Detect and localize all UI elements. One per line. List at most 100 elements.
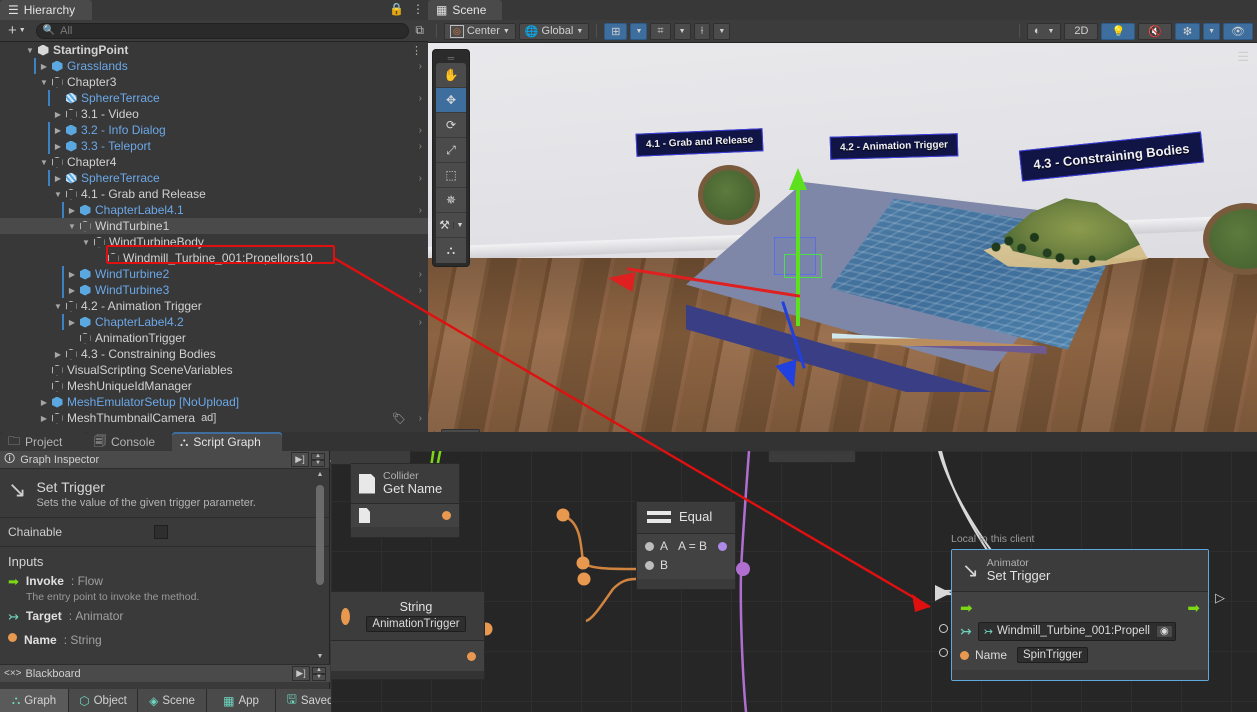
tab-hierarchy[interactable]: ☰ Hierarchy [0, 0, 92, 20]
equal-input-a-port[interactable] [645, 542, 654, 551]
hierarchy-item-windturbine3[interactable]: ▶WindTurbine3› [0, 282, 428, 298]
chevron-right-icon[interactable]: ▶ [52, 126, 64, 135]
hierarchy-item-sphereterrace[interactable]: SphereTerrace› [0, 90, 428, 106]
scene-overlay-menu-icon[interactable]: ☰ [1237, 49, 1249, 65]
tab-script-graph[interactable]: ⛬ Script Graph [172, 432, 282, 452]
gizmo-axis-y-head[interactable] [789, 168, 807, 190]
chevron-down-icon[interactable]: ▼ [66, 222, 78, 231]
open-prefab-chevron-icon[interactable]: › [419, 205, 422, 216]
open-prefab-chevron-icon[interactable]: › [419, 413, 422, 424]
hierarchy-item-grasslands[interactable]: ▶Grasslands› [0, 58, 428, 74]
search-filter-icon[interactable]: ⧉ [415, 23, 424, 38]
chevron-right-icon[interactable]: ▶ [52, 110, 64, 119]
hierarchy-item-animationtrigger[interactable]: AnimationTrigger [0, 330, 428, 346]
hierarchy-item-3-1-video[interactable]: ▶3.1 - Video [0, 106, 428, 122]
hierarchy-item-windturbine2[interactable]: ▶WindTurbine2› [0, 266, 428, 282]
palette-grip[interactable]: ═ [436, 53, 466, 63]
name-input-port[interactable] [960, 651, 969, 660]
flow-output-port-icon[interactable]: ➡ [1187, 599, 1200, 617]
chevron-down-icon[interactable]: ▼ [80, 238, 92, 247]
open-prefab-chevron-icon[interactable]: › [419, 317, 422, 328]
open-prefab-chevron-icon[interactable]: › [419, 125, 422, 136]
chevron-down-icon[interactable]: ▼ [38, 158, 50, 167]
kebab-menu-icon[interactable]: ⋮ [412, 2, 424, 16]
panel-resize-stepper[interactable]: ▲ ▼ [311, 453, 325, 467]
stepper-down-icon[interactable]: ▼ [312, 674, 326, 681]
node-string-output-port[interactable] [467, 652, 476, 661]
inspector-tab-graph[interactable]: ⛬Graph [0, 689, 69, 712]
chevron-down-icon[interactable]: ▼ [38, 78, 50, 87]
hierarchy-item-sphereterrace[interactable]: ▶SphereTerrace› [0, 170, 428, 186]
hierarchy-item-windturbine1[interactable]: ▼WindTurbine1 [0, 218, 428, 234]
node-equal-port-a[interactable]: A A = B [645, 537, 727, 556]
light-bulb-icon[interactable]: 💡 [1101, 23, 1135, 40]
rotate-tool[interactable]: ⟳ [436, 113, 466, 138]
gizmo-axis-y[interactable] [796, 176, 800, 326]
scale-tool[interactable]: ⤢ [436, 138, 466, 163]
scene-visibility-icon[interactable]: 👁 [1223, 23, 1253, 40]
shading-mode-icon[interactable]: ◐▼ [1027, 23, 1062, 40]
rect-tool[interactable]: ⬚ [436, 163, 466, 188]
chevron-down-icon[interactable]: ▼ [52, 190, 64, 199]
flow-input-port-icon[interactable]: ➡ [960, 599, 973, 617]
custom-tool-dropdown[interactable]: ▼ [453, 222, 466, 229]
effects-dropdown[interactable]: ▼ [1203, 23, 1220, 40]
tab-project[interactable]: 🗀 Project [0, 432, 86, 452]
offscreen-node-top-middle[interactable] [768, 451, 856, 463]
open-prefab-chevron-icon[interactable]: › [419, 173, 422, 184]
ruler-dropdown[interactable]: ▼ [713, 23, 730, 40]
chevron-right-icon[interactable]: ▶ [66, 286, 78, 295]
open-prefab-chevron-icon[interactable]: › [419, 61, 422, 72]
grid-snap-dropdown[interactable]: ▼ [630, 23, 647, 40]
chevron-right-icon[interactable]: ▶ [38, 62, 50, 71]
inspector-tab-app[interactable]: ▦App [207, 689, 276, 712]
tag-icon[interactable]: 🏷 [392, 412, 406, 425]
pivot-mode-dropdown[interactable]: ◎ Center ▼ [444, 23, 516, 40]
hierarchy-item-windmill-turbine-001-propellors10[interactable]: Windmill_Turbine_001:Propellors10 [0, 250, 428, 266]
hierarchy-item-4-3-constraining-bodies[interactable]: ▶4.3 - Constraining Bodies [0, 346, 428, 362]
node-animator-set-trigger[interactable]: ↘ Animator Set Trigger ➡ ➡ ↣ ↣ [951, 549, 1209, 681]
chevron-right-icon[interactable]: ▶ [52, 174, 64, 183]
object-picker-icon[interactable]: ◉ [1156, 625, 1173, 638]
hierarchy-item-meshuniqueidmanager[interactable]: MeshUniqueIdManager [0, 378, 428, 394]
handle-space-dropdown[interactable]: 🌐 Global ▼ [519, 23, 589, 40]
open-prefab-chevron-icon[interactable]: › [419, 285, 422, 296]
transform-tool[interactable]: ✵ [436, 188, 466, 213]
chevron-right-icon[interactable]: ▶ [52, 350, 64, 359]
graph-inspector-tabs[interactable]: ⛬Graph⬡Object◈Scene▦App🖫Saved [0, 689, 345, 712]
add-gameobject-button[interactable]: + ▼ [4, 22, 30, 39]
row-menu-icon[interactable]: ⋮ [411, 44, 422, 57]
hierarchy-item-meshthumbnailcamera[interactable]: ▶MeshThumbnailCameraad]🏷› [0, 410, 428, 426]
node-animator-input-dot-2[interactable] [939, 648, 948, 657]
inspector-tab-scene[interactable]: ◈Scene [138, 689, 207, 712]
custom-tool[interactable]: ⚒ [436, 218, 453, 232]
chevron-right-icon[interactable]: ▶ [38, 414, 50, 423]
hierarchy-item-startingpoint[interactable]: ▼StartingPoint⋮ [0, 42, 428, 58]
node-animator-name-field[interactable]: SpinTrigger [1017, 647, 1088, 663]
blackboard-header[interactable]: <×> Blackboard ▶] ▲ ▼ [0, 664, 330, 682]
scroll-down-icon[interactable]: ▼ [315, 653, 325, 663]
script-graph-canvas[interactable]: Collider Get Name String AnimationTrigge… [331, 451, 1257, 712]
hierarchy-item-visualscripting-scenevariables[interactable]: VisualScripting SceneVariables [0, 362, 428, 378]
chevron-down-icon[interactable]: ▼ [52, 302, 64, 311]
lock-icon[interactable]: 🔒 [389, 2, 404, 16]
chevron-right-icon[interactable]: ▶ [66, 270, 78, 279]
snap-increment-dropdown[interactable]: ▼ [674, 23, 691, 40]
blackboard-resize-stepper[interactable]: ▲ ▼ [312, 667, 326, 681]
node-string-value-field[interactable]: AnimationTrigger [366, 616, 465, 632]
equal-output-port[interactable] [718, 542, 727, 551]
hierarchy-tree[interactable]: ▼StartingPoint⋮▶Grasslands›▼Chapter3Sphe… [0, 42, 428, 432]
tab-scene[interactable]: ▦ Scene [428, 0, 502, 20]
hierarchy-item-3-2-info-dialog[interactable]: ▶3.2 - Info Dialog› [0, 122, 428, 138]
effects-icon[interactable]: ❇ [1175, 23, 1200, 40]
inspector-scroll-thumb[interactable] [316, 485, 324, 585]
inspector-scrollbar[interactable]: ▲ ▼ [315, 471, 325, 663]
move-tool[interactable]: ✥ [436, 88, 466, 113]
scroll-up-icon[interactable]: ▲ [315, 471, 325, 481]
hierarchy-item-chapter3[interactable]: ▼Chapter3 [0, 74, 428, 90]
search-input[interactable]: 🔍 All [36, 23, 410, 39]
stepper-up-icon[interactable]: ▲ [312, 667, 326, 674]
node-string-literal[interactable]: String AnimationTrigger [331, 591, 485, 680]
node-animator-input-dot-1[interactable] [939, 624, 948, 633]
chevron-right-icon[interactable]: ▶ [38, 398, 50, 407]
